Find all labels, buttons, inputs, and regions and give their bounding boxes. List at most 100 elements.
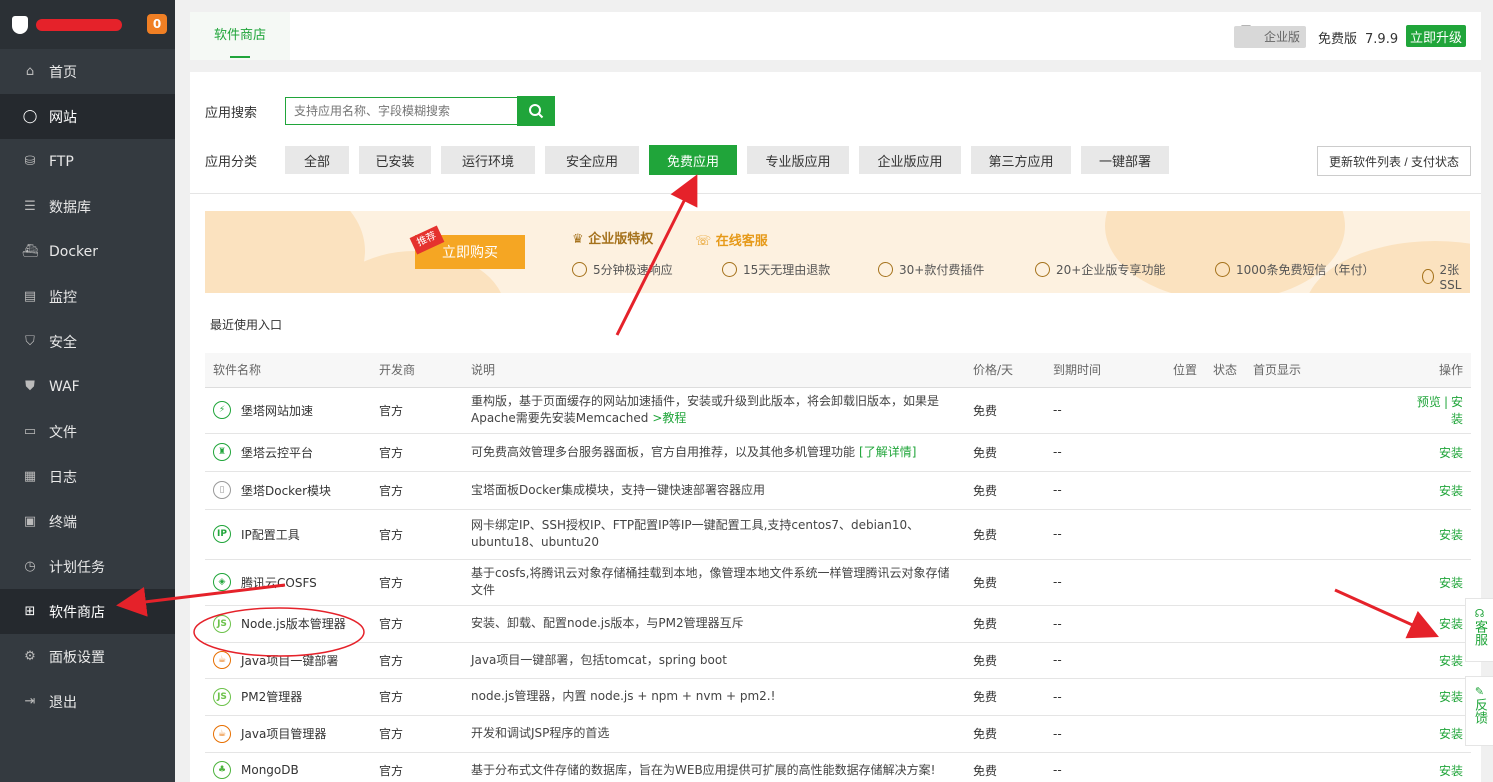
- description-text: 开发和调试JSP程序的首选: [471, 726, 610, 740]
- chat-icon: ☏: [695, 234, 716, 249]
- app-name[interactable]: 堡塔云控平台: [241, 444, 313, 461]
- expire-cell: --: [1045, 509, 1165, 560]
- description-link[interactable]: >教程: [652, 411, 686, 425]
- app-name[interactable]: PM2管理器: [241, 688, 302, 705]
- install-link[interactable]: 安装: [1439, 446, 1463, 460]
- customer-service-float[interactable]: ☊ 客服: [1465, 598, 1493, 662]
- online-service-link[interactable]: ☏ 在线客服: [695, 230, 768, 249]
- developer-cell: 官方: [371, 752, 463, 782]
- sidebar-item-3[interactable]: ☰ 数据库: [0, 184, 175, 229]
- nodejs-icon: JS: [213, 687, 231, 706]
- install-link[interactable]: 安装: [1439, 617, 1463, 631]
- install-link[interactable]: 安装: [1439, 764, 1463, 778]
- category-button[interactable]: 免费应用: [649, 145, 737, 175]
- sidebar-item-label: 终端: [49, 514, 77, 531]
- refresh-list-button[interactable]: 更新软件列表 / 支付状态: [1317, 146, 1471, 176]
- install-link[interactable]: 安装: [1439, 727, 1463, 741]
- homepage-cell: [1245, 642, 1405, 679]
- sidebar-item-10[interactable]: ▣ 终端: [0, 499, 175, 544]
- category-button[interactable]: 一键部署: [1081, 146, 1169, 174]
- price-cell: 免费: [965, 387, 1045, 434]
- upgrade-button[interactable]: 立即升级: [1406, 25, 1466, 47]
- description-cell: 基于cosfs,将腾讯云对象存储桶挂载到本地，像管理本地文件系统一样管理腾讯云对…: [463, 559, 965, 606]
- sidebar-item-0[interactable]: ⌂ 首页: [0, 49, 175, 94]
- homepage-cell: [1245, 605, 1405, 643]
- install-link[interactable]: 安装: [1439, 484, 1463, 498]
- app-name[interactable]: IP配置工具: [241, 526, 300, 543]
- app-name[interactable]: Node.js版本管理器: [241, 615, 346, 632]
- separator: |: [1443, 395, 1448, 409]
- developer-cell: 官方: [371, 678, 463, 716]
- feedback-float[interactable]: ✎ 反馈: [1465, 676, 1493, 746]
- install-link[interactable]: 安装: [1439, 576, 1463, 590]
- description-text: 基于分布式文件存储的数据库，旨在为WEB应用提供可扩展的高性能数据存储解决方案!: [471, 762, 936, 777]
- sidebar-item-2[interactable]: ⛁ FTP: [0, 139, 175, 184]
- sidebar-item-9[interactable]: ▦ 日志: [0, 454, 175, 499]
- app-name-cell: ☕ Java项目管理器: [205, 715, 371, 753]
- app-name[interactable]: 腾讯云COSFS: [241, 574, 317, 591]
- sidebar-item-14[interactable]: ⇥ 退出: [0, 679, 175, 724]
- search-input[interactable]: [285, 97, 517, 125]
- tab-software-store[interactable]: 软件商店: [190, 12, 290, 60]
- status-cell: [1205, 509, 1245, 560]
- column-header: 说明: [463, 353, 965, 388]
- preview-link[interactable]: 预览: [1417, 395, 1441, 409]
- expire-cell: --: [1045, 605, 1165, 643]
- position-cell: [1165, 559, 1205, 606]
- homepage-cell: [1245, 387, 1405, 434]
- expire-cell: --: [1045, 642, 1165, 679]
- price-cell: 免费: [965, 559, 1045, 606]
- feature-label: 30+款付费插件: [899, 263, 985, 277]
- sidebar-item-12[interactable]: ⊞ 软件商店: [0, 589, 175, 634]
- sidebar-item-1[interactable]: ◯ 网站: [0, 94, 175, 139]
- search-button[interactable]: [517, 96, 555, 126]
- homepage-cell: [1245, 433, 1405, 472]
- install-link[interactable]: 安装: [1439, 690, 1463, 704]
- category-button[interactable]: 安全应用: [545, 146, 639, 174]
- category-button[interactable]: 专业版应用: [747, 146, 849, 174]
- description-cell: 网卡绑定IP、SSH授权IP、FTP配置IP等IP一键配置工具,支持centos…: [463, 509, 965, 560]
- enterprise-privilege-title: ♛ 企业版特权: [572, 232, 654, 247]
- status-cell: [1205, 752, 1245, 782]
- category-button[interactable]: 运行环境: [441, 146, 535, 174]
- price-cell: 免费: [965, 509, 1045, 560]
- sidebar-item-5[interactable]: ▤ 监控: [0, 274, 175, 319]
- notification-badge[interactable]: 0: [147, 14, 167, 34]
- sidebar-item-label: FTP: [49, 153, 74, 170]
- description-text: Java项目一键部署，包括tomcat，spring boot: [471, 652, 727, 667]
- sidebar-item-8[interactable]: ▭ 文件: [0, 409, 175, 454]
- sidebar-item-7[interactable]: ⛊ WAF: [0, 364, 175, 409]
- operation-cell: 安装: [1405, 471, 1471, 510]
- category-button[interactable]: 已安装: [359, 146, 431, 174]
- sidebar-item-label: 监控: [49, 289, 77, 306]
- category-button[interactable]: 第三方应用: [971, 146, 1071, 174]
- enterprise-badge[interactable]: 企业版: [1234, 26, 1306, 48]
- price-cell: 免费: [965, 433, 1045, 472]
- position-cell: [1165, 715, 1205, 753]
- status-cell: [1205, 715, 1245, 753]
- category-button[interactable]: 全部: [285, 146, 349, 174]
- sidebar-item-13[interactable]: ⚙ 面板设置: [0, 634, 175, 679]
- app-name[interactable]: 堡塔Docker模块: [241, 482, 331, 499]
- app-name[interactable]: Java项目一键部署: [241, 652, 338, 669]
- sidebar-item-11[interactable]: ◷ 计划任务: [0, 544, 175, 589]
- column-header: 软件名称: [205, 353, 371, 388]
- edit-icon: ✎: [1474, 685, 1485, 698]
- app-name[interactable]: MongoDB: [241, 763, 299, 777]
- install-link[interactable]: 安装: [1439, 528, 1463, 542]
- app-name[interactable]: Java项目管理器: [241, 725, 326, 742]
- install-link[interactable]: 安装: [1451, 395, 1463, 426]
- homepage-cell: [1245, 678, 1405, 716]
- install-link[interactable]: 安装: [1439, 654, 1463, 668]
- app-name[interactable]: 堡塔网站加速: [241, 402, 313, 419]
- sidebar-item-4[interactable]: ⛴ Docker: [0, 229, 175, 274]
- waf-icon: ⛊: [25, 379, 35, 394]
- description-cell: 基于分布式文件存储的数据库，旨在为WEB应用提供可扩展的高性能数据存储解决方案!: [463, 752, 965, 782]
- category-button[interactable]: 企业版应用: [859, 146, 961, 174]
- exit-icon: ⇥: [24, 694, 36, 709]
- feature-label: 1000条免费短信（年付）: [1236, 263, 1375, 277]
- expire-cell: --: [1045, 752, 1165, 782]
- divider: [190, 193, 1481, 194]
- description-link[interactable]: [了解详情]: [859, 445, 916, 459]
- sidebar-item-6[interactable]: ⛉ 安全: [0, 319, 175, 364]
